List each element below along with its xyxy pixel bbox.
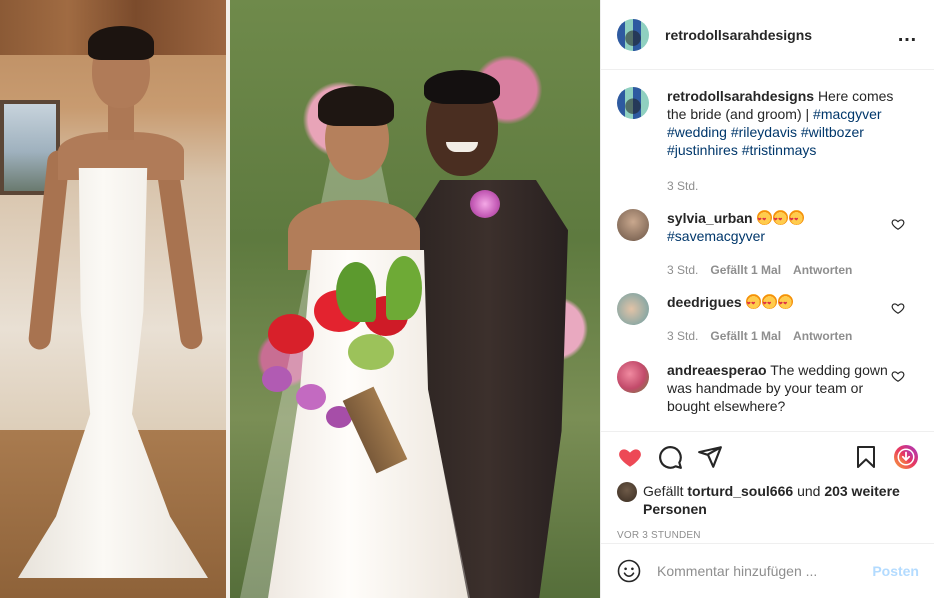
hashtag-link[interactable]: #justinhires <box>667 142 738 158</box>
hashtag-link[interactable]: #macgyver <box>813 106 881 122</box>
instagram-post: retrodollsarahdesigns … retrodollsarahde… <box>0 0 934 598</box>
commenter-avatar[interactable] <box>617 293 649 325</box>
comment-meta: 3 Std. Gefällt 1 Mal Antworten <box>667 261 903 279</box>
likes-summary: Gefällt torturd_soul666 und 203 weitere … <box>617 482 919 518</box>
green-leaf <box>386 256 422 320</box>
comment-likes[interactable]: Gefällt 1 Mal <box>710 261 781 279</box>
like-comment-heart-icon[interactable] <box>891 301 905 315</box>
left-photo-panel <box>0 0 226 598</box>
comment-item: andreaesperao The wedding gown was handm… <box>617 361 919 415</box>
comment-time[interactable]: 3 Std. <box>667 261 698 279</box>
like-comment-heart-icon[interactable] <box>891 369 905 383</box>
more-options-icon[interactable]: … <box>897 25 918 45</box>
action-bar <box>617 444 919 470</box>
groom-smile <box>446 142 478 152</box>
hashtag-link[interactable]: #tristinmays <box>742 142 817 158</box>
liker-avatar[interactable] <box>617 482 637 502</box>
hashtag-link[interactable]: #savemacgyver <box>667 228 765 244</box>
heart-filled-icon[interactable] <box>617 444 643 470</box>
heart-eyes-emoji <box>756 210 805 229</box>
caption: retrodollsarahdesigns Here comes the bri… <box>617 87 919 195</box>
comment-item: sylvia_urban #savemacgyver 3 Std. Gefäll… <box>617 209 919 279</box>
reply-button[interactable]: Antworten <box>793 261 852 279</box>
comment-body: sylvia_urban #savemacgyver 3 Std. Gefäll… <box>667 209 903 279</box>
caption-avatar[interactable] <box>617 87 649 119</box>
green-hydrangea <box>348 334 394 370</box>
post-actions: Gefällt torturd_soul666 und 203 weitere … <box>601 431 934 541</box>
likes-text: Gefällt torturd_soul666 und 203 weitere … <box>643 482 919 518</box>
comment-username[interactable]: sylvia_urban <box>667 210 753 226</box>
download-icon[interactable] <box>893 444 919 470</box>
avatar[interactable] <box>617 18 649 51</box>
comment-body: deedrigues 3 Std. Gefällt 1 Mal Antworte… <box>667 293 903 345</box>
post-username[interactable]: retrodollsarahdesigns <box>665 27 812 43</box>
caption-meta: 3 Std. <box>667 177 903 195</box>
comment-time[interactable]: 3 Std. <box>667 327 698 345</box>
emoji-smiley-icon[interactable] <box>617 559 641 583</box>
comment-likes[interactable]: Gefällt 1 Mal <box>710 327 781 345</box>
likes-and: und <box>797 483 821 499</box>
liker-username[interactable]: torturd_soul666 <box>687 483 793 499</box>
woman-hair <box>88 26 154 60</box>
post-comment-button[interactable]: Posten <box>872 563 919 579</box>
comment-body: andreaesperao The wedding gown was handm… <box>667 361 903 415</box>
anthurium-flower <box>268 314 314 354</box>
caption-username[interactable]: retrodollsarahdesigns <box>667 88 814 104</box>
comment-icon[interactable] <box>657 444 683 470</box>
commenter-avatar[interactable] <box>617 209 649 241</box>
hashtag-link[interactable]: #wedding <box>667 124 727 140</box>
orchid-flower <box>296 384 326 410</box>
likes-prefix: Gefällt <box>643 483 684 499</box>
caption-time[interactable]: 3 Std. <box>667 177 698 195</box>
add-comment-bar: Posten <box>601 543 934 598</box>
hashtag-link[interactable]: #rileydavis <box>731 124 797 140</box>
groom-hair <box>424 70 500 104</box>
comments-list[interactable]: retrodollsarahdesigns Here comes the bri… <box>601 71 934 431</box>
bride-hair <box>318 86 394 126</box>
comment-username[interactable]: andreaesperao <box>667 362 767 378</box>
share-icon[interactable] <box>697 444 723 470</box>
boutonniere-orchid <box>470 190 500 218</box>
comment-input[interactable] <box>657 563 873 579</box>
reply-button[interactable]: Antworten <box>793 327 852 345</box>
hashtag-link[interactable]: #wiltbozer <box>801 124 864 140</box>
comment-item: deedrigues 3 Std. Gefällt 1 Mal Antworte… <box>617 293 919 345</box>
like-comment-heart-icon[interactable] <box>891 217 905 231</box>
post-image[interactable] <box>0 0 600 598</box>
orchid-flower <box>262 366 292 392</box>
right-photo-panel <box>230 0 600 598</box>
heart-eyes-emoji <box>745 294 794 313</box>
bookmark-icon[interactable] <box>853 444 879 470</box>
post-sidebar: retrodollsarahdesigns … retrodollsarahde… <box>600 0 934 598</box>
comment-username[interactable]: deedrigues <box>667 294 742 310</box>
commenter-avatar[interactable] <box>617 361 649 393</box>
post-header: retrodollsarahdesigns … <box>601 0 934 70</box>
comment-meta: 3 Std. Gefällt 1 Mal Antworten <box>667 327 903 345</box>
post-timestamp[interactable]: VOR 3 STUNDEN <box>617 530 919 541</box>
green-leaf <box>336 262 376 322</box>
caption-body: retrodollsarahdesigns Here comes the bri… <box>667 87 903 195</box>
